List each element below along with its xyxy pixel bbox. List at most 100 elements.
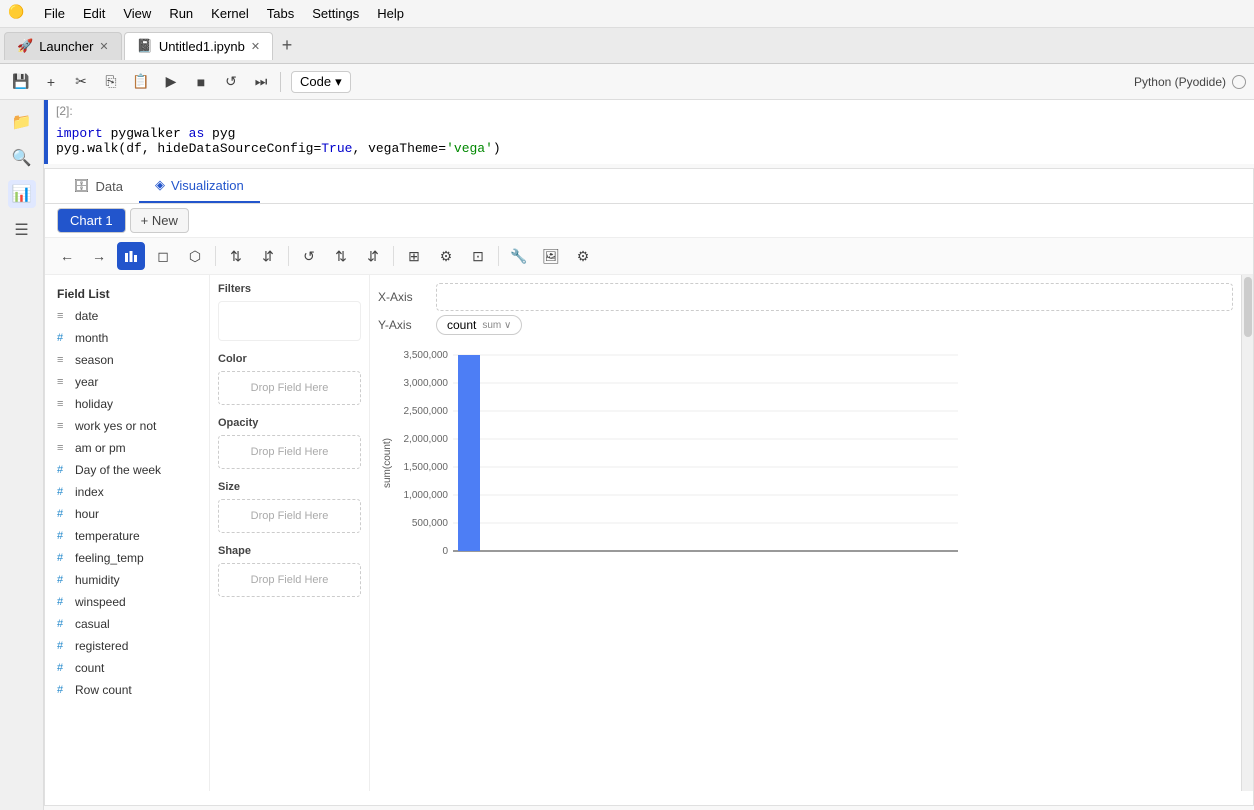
menu-kernel[interactable]: Kernel [203, 4, 257, 23]
menu-settings[interactable]: Settings [304, 4, 367, 23]
field-hour[interactable]: # hour [45, 503, 209, 525]
chart-tab-1[interactable]: Chart 1 [57, 208, 126, 233]
chart-type-bar[interactable] [117, 242, 145, 270]
field-season[interactable]: ≡ season [45, 349, 209, 371]
settings2-button[interactable]: ⚙ [432, 242, 460, 270]
cell-type-dropdown[interactable]: Code ▾ [291, 71, 351, 93]
cell-line-1: import pygwalker as pyg [56, 126, 1246, 141]
field-holiday[interactable]: ≡ holiday [45, 393, 209, 415]
field-type-icon-holiday: ≡ [57, 398, 69, 410]
size-drop-zone[interactable]: Drop Field Here [218, 499, 361, 533]
field-casual[interactable]: # casual [45, 613, 209, 635]
add-cell-button[interactable]: + [38, 69, 64, 95]
menu-tabs[interactable]: Tabs [259, 4, 302, 23]
field-label-count: count [75, 661, 104, 675]
field-type-icon-temperature: # [57, 530, 69, 542]
tab-launcher-close[interactable]: ✕ [99, 40, 108, 53]
filters-drop-zone[interactable] [218, 301, 361, 341]
scrollbar-thumb[interactable] [1244, 277, 1252, 337]
shape-drop-zone[interactable]: Drop Field Here [218, 563, 361, 597]
paste-button[interactable]: 📋 [128, 69, 154, 95]
copy-button[interactable]: ⎘ [98, 69, 124, 95]
field-ampm[interactable]: ≡ am or pm [45, 437, 209, 459]
stop-button[interactable]: ■ [188, 69, 214, 95]
chart-wrapper: 3,500,000 3,000,000 2,500,000 2,000,000 … [378, 343, 1233, 573]
tab-notebook-close[interactable]: ✕ [251, 40, 260, 53]
color-drop-zone[interactable]: Drop Field Here [218, 371, 361, 405]
new-chart-button[interactable]: + New [130, 208, 189, 233]
undo-button[interactable]: ← [53, 242, 81, 270]
sub-tab-viz[interactable]: ◈ Visualization [139, 169, 260, 203]
expand-button[interactable]: ⊞ [400, 242, 428, 270]
field-month[interactable]: # month [45, 327, 209, 349]
sort-desc-button[interactable]: ⇵ [254, 242, 282, 270]
data-tab-label: Data [96, 179, 123, 194]
field-label-ampm: am or pm [75, 441, 126, 455]
tab-notebook[interactable]: 📓 Untitled1.ipynb ✕ [124, 32, 273, 60]
redo-button[interactable]: → [85, 242, 113, 270]
menu-run[interactable]: Run [161, 4, 201, 23]
bar-chart: 3,500,000 3,000,000 2,500,000 2,000,000 … [378, 343, 968, 573]
cut-button[interactable]: ✂ [68, 69, 94, 95]
viz-tab-label: Visualization [171, 178, 244, 193]
kernel-indicator: Python (Pyodide) [1134, 75, 1246, 89]
x-axis-drop-zone[interactable] [436, 283, 1233, 311]
image-button[interactable]: 🖼 [537, 242, 565, 270]
field-type-icon-humidity: # [57, 574, 69, 586]
field-label-month: month [75, 331, 108, 345]
tab-launcher[interactable]: 🚀 Launcher ✕ [4, 32, 122, 60]
field-registered[interactable]: # registered [45, 635, 209, 657]
chart-type-layer[interactable]: ⬡ [181, 242, 209, 270]
sub-tab-data[interactable]: 🗄 Data [57, 170, 139, 202]
right-scrollbar[interactable] [1241, 275, 1253, 791]
field-winspeed[interactable]: # winspeed [45, 591, 209, 613]
viz-toolbar: ← → ◻ ⬡ ⇅ ⇵ ↺ ⇅ ⇵ ⊞ ⚙ ⊡ 🔧 🖼 [45, 238, 1253, 275]
field-date[interactable]: ≡ date [45, 305, 209, 327]
menu-help[interactable]: Help [369, 4, 412, 23]
sidebar-icon-data[interactable]: 📊 [8, 180, 36, 208]
bar-rect[interactable] [458, 355, 480, 551]
save-button[interactable]: 💾 [8, 69, 34, 95]
svg-text:sum(count): sum(count) [382, 438, 393, 488]
tab-bar: 🚀 Launcher ✕ 📓 Untitled1.ipynb ✕ + [0, 28, 1254, 64]
field-row-count[interactable]: # Row count [45, 679, 209, 701]
opacity-section: Opacity Drop Field Here [218, 417, 361, 469]
fast-forward-button[interactable]: ⏭ [248, 69, 274, 95]
opacity-drop-zone[interactable]: Drop Field Here [218, 435, 361, 469]
menu-file[interactable]: File [36, 4, 73, 23]
filter2-button[interactable]: ⇵ [359, 242, 387, 270]
field-temperature[interactable]: # temperature [45, 525, 209, 547]
chart-type-scatter[interactable]: ◻ [149, 242, 177, 270]
sort-asc-button[interactable]: ⇅ [222, 242, 250, 270]
field-dayofweek[interactable]: # Day of the week [45, 459, 209, 481]
new-tab-button[interactable]: + [275, 34, 299, 58]
field-year[interactable]: ≡ year [45, 371, 209, 393]
field-humidity[interactable]: # humidity [45, 569, 209, 591]
y-axis-field-pill[interactable]: count sum ∨ [436, 315, 522, 335]
viz-sep-4 [498, 246, 499, 266]
embed-button[interactable]: ⊡ [464, 242, 492, 270]
cell-code[interactable]: import pygwalker as pyg pyg.walk(df, hid… [48, 122, 1254, 164]
wrench-button[interactable]: 🔧 [505, 242, 533, 270]
field-work[interactable]: ≡ work yes or not [45, 415, 209, 437]
menu-edit[interactable]: Edit [75, 4, 113, 23]
svg-text:500,000: 500,000 [412, 518, 449, 529]
sidebar-icon-menu[interactable]: ☰ [8, 216, 36, 244]
field-label-holiday: holiday [75, 397, 113, 411]
field-index[interactable]: # index [45, 481, 209, 503]
refresh-button[interactable]: ↺ [295, 242, 323, 270]
y-axis-label: Y-Axis [378, 318, 428, 332]
config-button[interactable]: ⚙ [569, 242, 597, 270]
restart-button[interactable]: ↺ [218, 69, 244, 95]
run-button[interactable]: ▶ [158, 69, 184, 95]
field-count[interactable]: # count [45, 657, 209, 679]
filters-section: Filters [218, 283, 361, 341]
svg-text:0: 0 [442, 546, 448, 557]
field-feeling-temp[interactable]: # feeling_temp [45, 547, 209, 569]
menu-bar: 🟡 File Edit View Run Kernel Tabs Setting… [0, 0, 1254, 28]
notebook-toolbar: 💾 + ✂ ⎘ 📋 ▶ ■ ↺ ⏭ Code ▾ Python (Pyodide… [0, 64, 1254, 100]
sidebar-icon-search[interactable]: 🔍 [8, 144, 36, 172]
menu-view[interactable]: View [115, 4, 159, 23]
sidebar-icon-folder[interactable]: 📁 [8, 108, 36, 136]
filter-button[interactable]: ⇅ [327, 242, 355, 270]
